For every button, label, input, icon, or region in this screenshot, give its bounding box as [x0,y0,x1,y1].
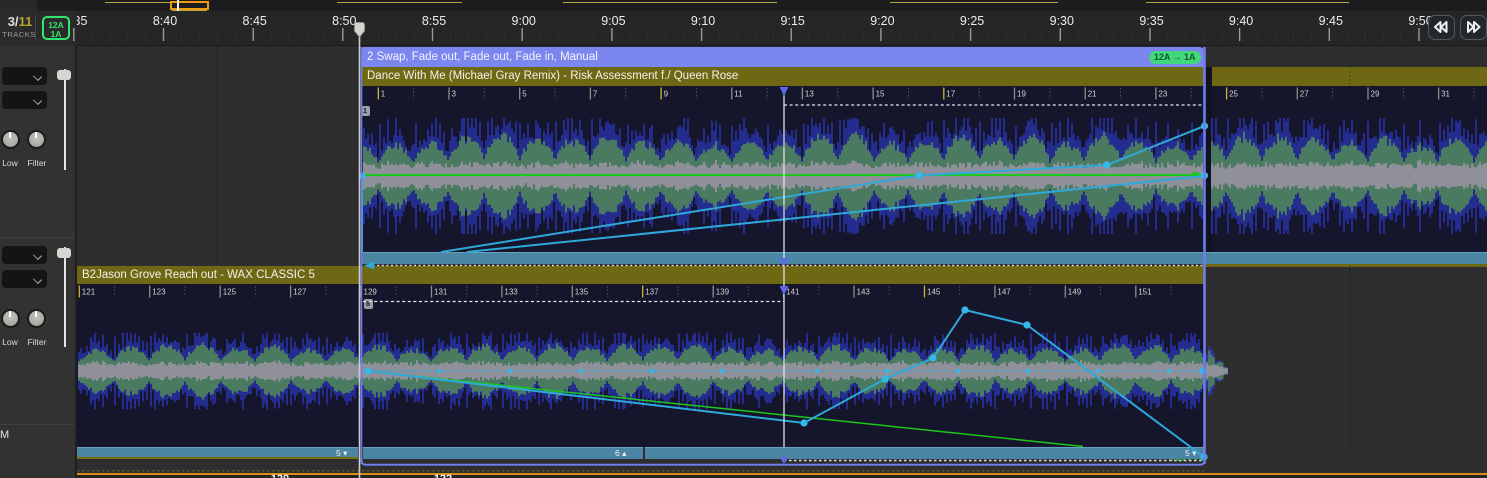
svg-text:129: 129 [364,288,378,297]
svg-text:5: 5 [522,90,527,99]
svg-text:21: 21 [1088,90,1097,99]
svg-text:19: 19 [1017,90,1026,99]
svg-text:121: 121 [82,288,96,297]
svg-text:13: 13 [805,90,814,99]
svg-text:25: 25 [1229,90,1238,99]
svg-text:137: 137 [645,288,659,297]
svg-text:9: 9 [664,90,669,99]
svg-text:135: 135 [575,288,589,297]
svg-text:7: 7 [593,90,598,99]
svg-text:151: 151 [1138,288,1152,297]
svg-text:125: 125 [223,288,237,297]
svg-text:29: 29 [1371,90,1380,99]
svg-text:11: 11 [734,90,743,99]
svg-text:139: 139 [716,288,730,297]
svg-text:15: 15 [876,90,885,99]
svg-text:17: 17 [946,90,955,99]
svg-text:123: 123 [152,288,166,297]
svg-text:27: 27 [1300,90,1309,99]
svg-text:145: 145 [927,288,941,297]
svg-text:31: 31 [1441,90,1450,99]
svg-text:1: 1 [381,90,386,99]
svg-text:149: 149 [1068,288,1082,297]
svg-text:141: 141 [786,288,800,297]
svg-text:23: 23 [1158,90,1167,99]
svg-text:3: 3 [452,90,457,99]
svg-text:131: 131 [434,288,448,297]
svg-text:127: 127 [293,288,307,297]
svg-text:147: 147 [997,288,1011,297]
svg-text:133: 133 [504,288,518,297]
svg-text:143: 143 [857,288,871,297]
